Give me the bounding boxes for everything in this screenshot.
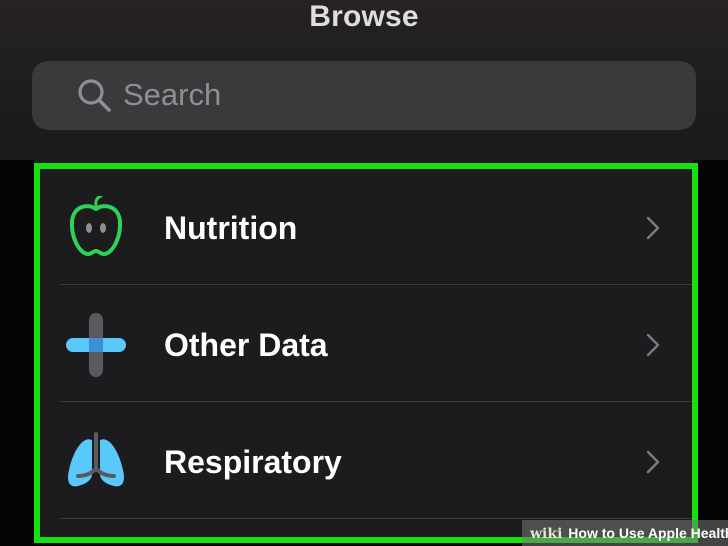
browse-header: Browse Search <box>0 0 728 160</box>
watermark-brand: wiki <box>530 526 563 542</box>
wikihow-watermark: wiki How to Use Apple Health <box>522 520 728 546</box>
watermark-caption: How to Use Apple Health <box>568 525 728 541</box>
apple-icon <box>69 196 123 256</box>
health-browse-screen: Browse Search Nutrition Other Data Respi… <box>0 0 728 546</box>
medical-cross-icon <box>66 313 126 377</box>
category-label-respiratory: Respiratory <box>164 444 342 480</box>
lungs-icon <box>68 432 124 487</box>
category-label-nutrition: Nutrition <box>164 210 298 246</box>
chevron-right-icon <box>646 216 660 240</box>
search-input[interactable]: Search <box>32 61 696 130</box>
search-placeholder: Search <box>123 77 222 112</box>
category-row-nutrition[interactable]: Nutrition <box>34 168 694 284</box>
category-row-other-data[interactable]: Other Data <box>34 285 694 401</box>
row-divider <box>60 518 694 519</box>
page-title: Browse <box>309 0 419 33</box>
category-list: Nutrition Other Data Respiratory <box>34 160 694 540</box>
chevron-right-icon <box>646 333 660 357</box>
category-label-other-data: Other Data <box>164 327 328 363</box>
search-icon <box>78 79 111 112</box>
category-row-respiratory[interactable]: Respiratory <box>34 402 694 518</box>
chevron-right-icon <box>646 450 660 474</box>
